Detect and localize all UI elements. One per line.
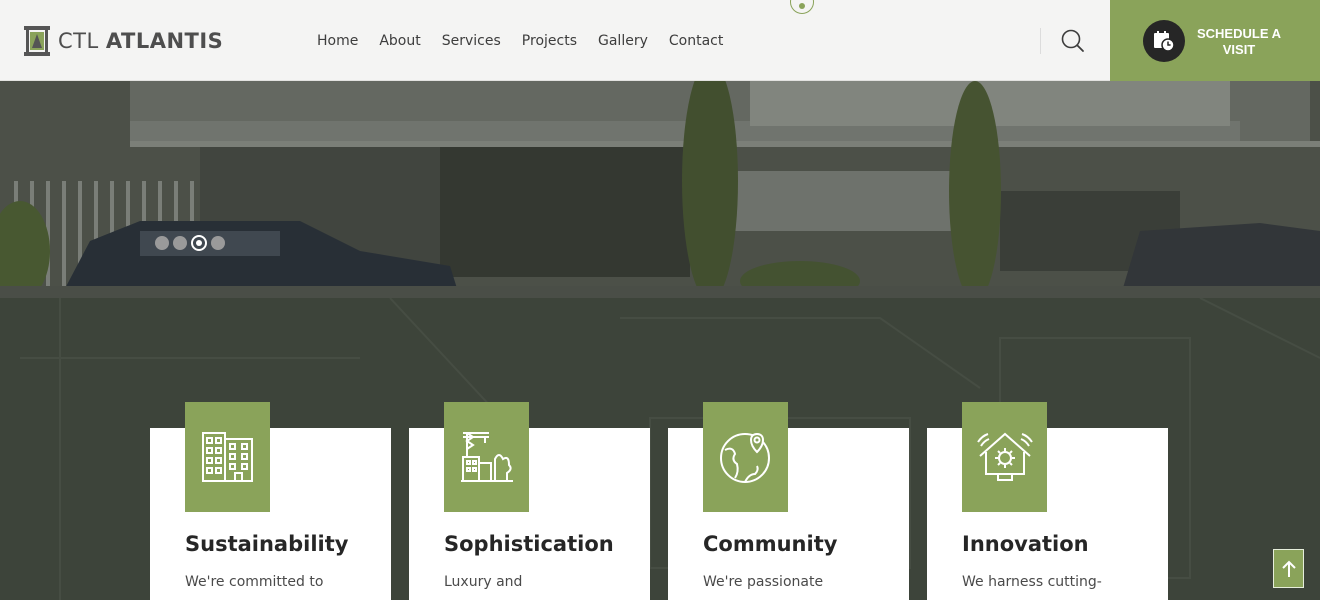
globe-location-icon: [719, 432, 770, 483]
feature-text: We're passionate: [703, 574, 824, 590]
hero-image: [0, 81, 1320, 298]
feature-card-sustainability: Sustainability We're committed to: [150, 402, 391, 600]
calendar-clock-icon: [1154, 31, 1175, 52]
feature-card-sophistication: Sophistication Luxury and: [409, 402, 650, 600]
feature-title: Community: [703, 532, 838, 556]
feature-icon-box: [444, 402, 529, 512]
nav-projects[interactable]: Projects: [522, 33, 577, 49]
nav-about[interactable]: About: [379, 33, 420, 49]
feature-card-innovation: Innovation We harness cutting-: [927, 402, 1168, 600]
feature-icon-box: [962, 402, 1047, 512]
nav-services[interactable]: Services: [442, 33, 501, 49]
feature-icon-box: [703, 402, 788, 512]
schedule-visit-label: SCHEDULE A VISIT: [1196, 26, 1282, 57]
feature-text: Luxury and: [444, 574, 523, 590]
nav-gallery[interactable]: Gallery: [598, 33, 648, 49]
feature-title: Sustainability: [185, 532, 349, 556]
feature-title: Sophistication: [444, 532, 614, 556]
nav-contact[interactable]: Contact: [669, 33, 723, 49]
slider-dot-3[interactable]: [191, 235, 207, 251]
decorative-ring: [790, 0, 814, 14]
slider-dot-4[interactable]: [211, 236, 225, 250]
feature-text: We're committed to: [185, 574, 324, 590]
search-icon: [1061, 29, 1084, 52]
site-logo[interactable]: CTL ATLANTIS: [24, 26, 223, 56]
smart-home-icon: [976, 432, 1033, 481]
features-section: Sustainability We're committed to Sophis…: [0, 298, 1320, 600]
schedule-icon-circle: [1143, 20, 1185, 62]
slider-dots: [155, 235, 225, 251]
nav-home[interactable]: Home: [317, 33, 358, 49]
logo-text: CTL ATLANTIS: [58, 29, 224, 53]
apartment-building-icon: [201, 432, 253, 482]
slider-dot-2[interactable]: [173, 236, 187, 250]
arrow-up-icon: [1281, 560, 1296, 577]
schedule-visit-button[interactable]: SCHEDULE A VISIT: [1110, 0, 1320, 81]
back-to-top-button[interactable]: [1273, 549, 1304, 588]
slider-dot-1[interactable]: [155, 236, 169, 250]
feature-title: Innovation: [962, 532, 1089, 556]
feature-text: We harness cutting-: [962, 574, 1102, 590]
header-divider: [1040, 28, 1041, 54]
main-nav: Home About Services Projects Gallery Con…: [317, 0, 723, 81]
feature-card-community: Community We're passionate: [668, 402, 909, 600]
search-button[interactable]: [1060, 28, 1086, 54]
construction-crane-icon: [460, 432, 513, 482]
site-header: CTL ATLANTIS Home About Services Project…: [0, 0, 1320, 81]
feature-icon-box: [185, 402, 270, 512]
logo-icon: [24, 26, 50, 56]
hero-slider: [0, 81, 1320, 298]
